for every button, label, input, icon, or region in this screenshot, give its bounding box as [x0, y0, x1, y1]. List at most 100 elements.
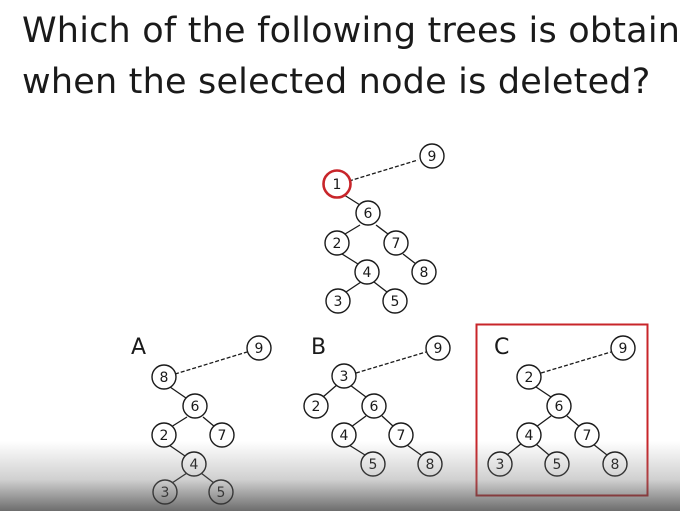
- tree-node: 2: [151, 422, 177, 448]
- tree-node: 9: [610, 335, 636, 361]
- node-label: 5: [217, 485, 226, 501]
- tree-node: 2: [516, 364, 542, 390]
- tree-node: 2: [324, 230, 350, 256]
- edge: [345, 281, 362, 293]
- tree-node: 9: [246, 335, 272, 361]
- node-label: 9: [255, 341, 264, 357]
- tree-node: 6: [546, 393, 572, 419]
- edge: [535, 386, 552, 398]
- tree-node: 8: [151, 364, 177, 390]
- tree-node: 5: [544, 451, 570, 477]
- edge: [348, 444, 366, 456]
- node-label: 7: [392, 236, 401, 252]
- edge: [566, 415, 581, 428]
- slide: Which of the following trees is obtained…: [0, 0, 680, 511]
- tree-node: 8: [602, 451, 628, 477]
- tree-node: 5: [208, 479, 234, 505]
- tree-node: 8: [411, 259, 437, 285]
- edge: [592, 443, 608, 456]
- node-label: 8: [160, 370, 169, 386]
- edge: [344, 224, 361, 235]
- node-label: 8: [426, 457, 435, 473]
- tree-node: 4: [354, 259, 380, 285]
- tree-node: 9: [425, 335, 451, 361]
- edge: [373, 281, 388, 293]
- node-label: 4: [525, 428, 534, 444]
- option-b-label: B: [311, 335, 326, 360]
- node-label: 6: [555, 399, 564, 415]
- node-label: 2: [333, 236, 342, 252]
- tree-node: 4: [181, 451, 207, 477]
- node-label: 2: [160, 428, 169, 444]
- original-tree-nodes: 9 1 6 2 7 4 8 3 5: [322, 143, 445, 314]
- edge: [349, 384, 367, 398]
- tree-node: 9: [419, 143, 445, 169]
- tree-node: 7: [383, 230, 409, 256]
- option-c-tree-nodes: 9 2 6 4 7 3 5 8: [487, 335, 636, 477]
- edge: [341, 253, 359, 265]
- edge: [202, 416, 216, 428]
- node-label: 5: [391, 294, 400, 310]
- root-edge: [174, 351, 248, 375]
- edge: [506, 442, 523, 456]
- edge: [168, 444, 186, 457]
- node-label: 5: [553, 457, 562, 473]
- option-a-label: A: [131, 335, 146, 360]
- node-label: 3: [340, 369, 349, 385]
- edge: [375, 224, 389, 235]
- option-c-label: C: [494, 335, 509, 360]
- option-a-tree-edges: [168, 351, 248, 484]
- edge: [322, 383, 339, 398]
- tree-node: 3: [331, 363, 357, 389]
- node-label: 7: [397, 428, 406, 444]
- tree-node: 7: [388, 422, 414, 448]
- tree-node: 4: [516, 422, 542, 448]
- tree-node: 8: [417, 451, 443, 477]
- edge: [350, 415, 367, 428]
- tree-node: 5: [360, 451, 386, 477]
- option-a-tree-nodes: 9 8 6 2 7 4 3 5: [151, 335, 272, 505]
- node-label: 2: [312, 399, 321, 415]
- tree-node: 2: [303, 393, 329, 419]
- node-label: 6: [191, 399, 200, 415]
- node-label: 6: [370, 399, 379, 415]
- edge: [381, 415, 395, 428]
- edge: [402, 253, 417, 265]
- root-edge: [540, 351, 612, 374]
- node-label: 3: [334, 294, 343, 310]
- tree-node: 3: [325, 288, 351, 314]
- tree-node: 3: [152, 479, 178, 505]
- root-edge: [355, 351, 427, 374]
- tree-node: 6: [361, 393, 387, 419]
- node-label: 2: [525, 370, 534, 386]
- node-label: 4: [340, 428, 349, 444]
- edge: [535, 415, 552, 428]
- edge: [535, 443, 550, 456]
- tree-diagrams: 9 1 6 2 7 4 8 3 5 A 9 8 6 2 7 4 3 5 B 9 …: [131, 143, 649, 505]
- node-label: 9: [428, 149, 437, 165]
- node-label: 9: [619, 341, 628, 357]
- edge: [171, 472, 188, 484]
- tree-node: 6: [355, 200, 381, 226]
- node-label: 8: [611, 457, 620, 473]
- tree-node: 7: [574, 422, 600, 448]
- edge: [169, 386, 187, 399]
- edge: [170, 416, 188, 428]
- node-label: 7: [218, 428, 227, 444]
- tree-node: 5: [382, 288, 408, 314]
- edge: [200, 472, 215, 484]
- node-label: 6: [364, 206, 373, 222]
- node-label: 9: [434, 341, 443, 357]
- node-label: 4: [363, 265, 372, 281]
- node-label: 3: [496, 457, 505, 473]
- node-label: 5: [369, 457, 378, 473]
- node-label: 8: [420, 265, 429, 281]
- tree-node: 7: [209, 422, 235, 448]
- selected-node: 1: [322, 169, 352, 199]
- tree-node: 6: [182, 393, 208, 419]
- node-label: 7: [583, 428, 592, 444]
- root-edge: [348, 159, 419, 182]
- node-label: 1: [333, 177, 342, 193]
- edge: [406, 444, 422, 456]
- tree-node: 3: [487, 451, 513, 477]
